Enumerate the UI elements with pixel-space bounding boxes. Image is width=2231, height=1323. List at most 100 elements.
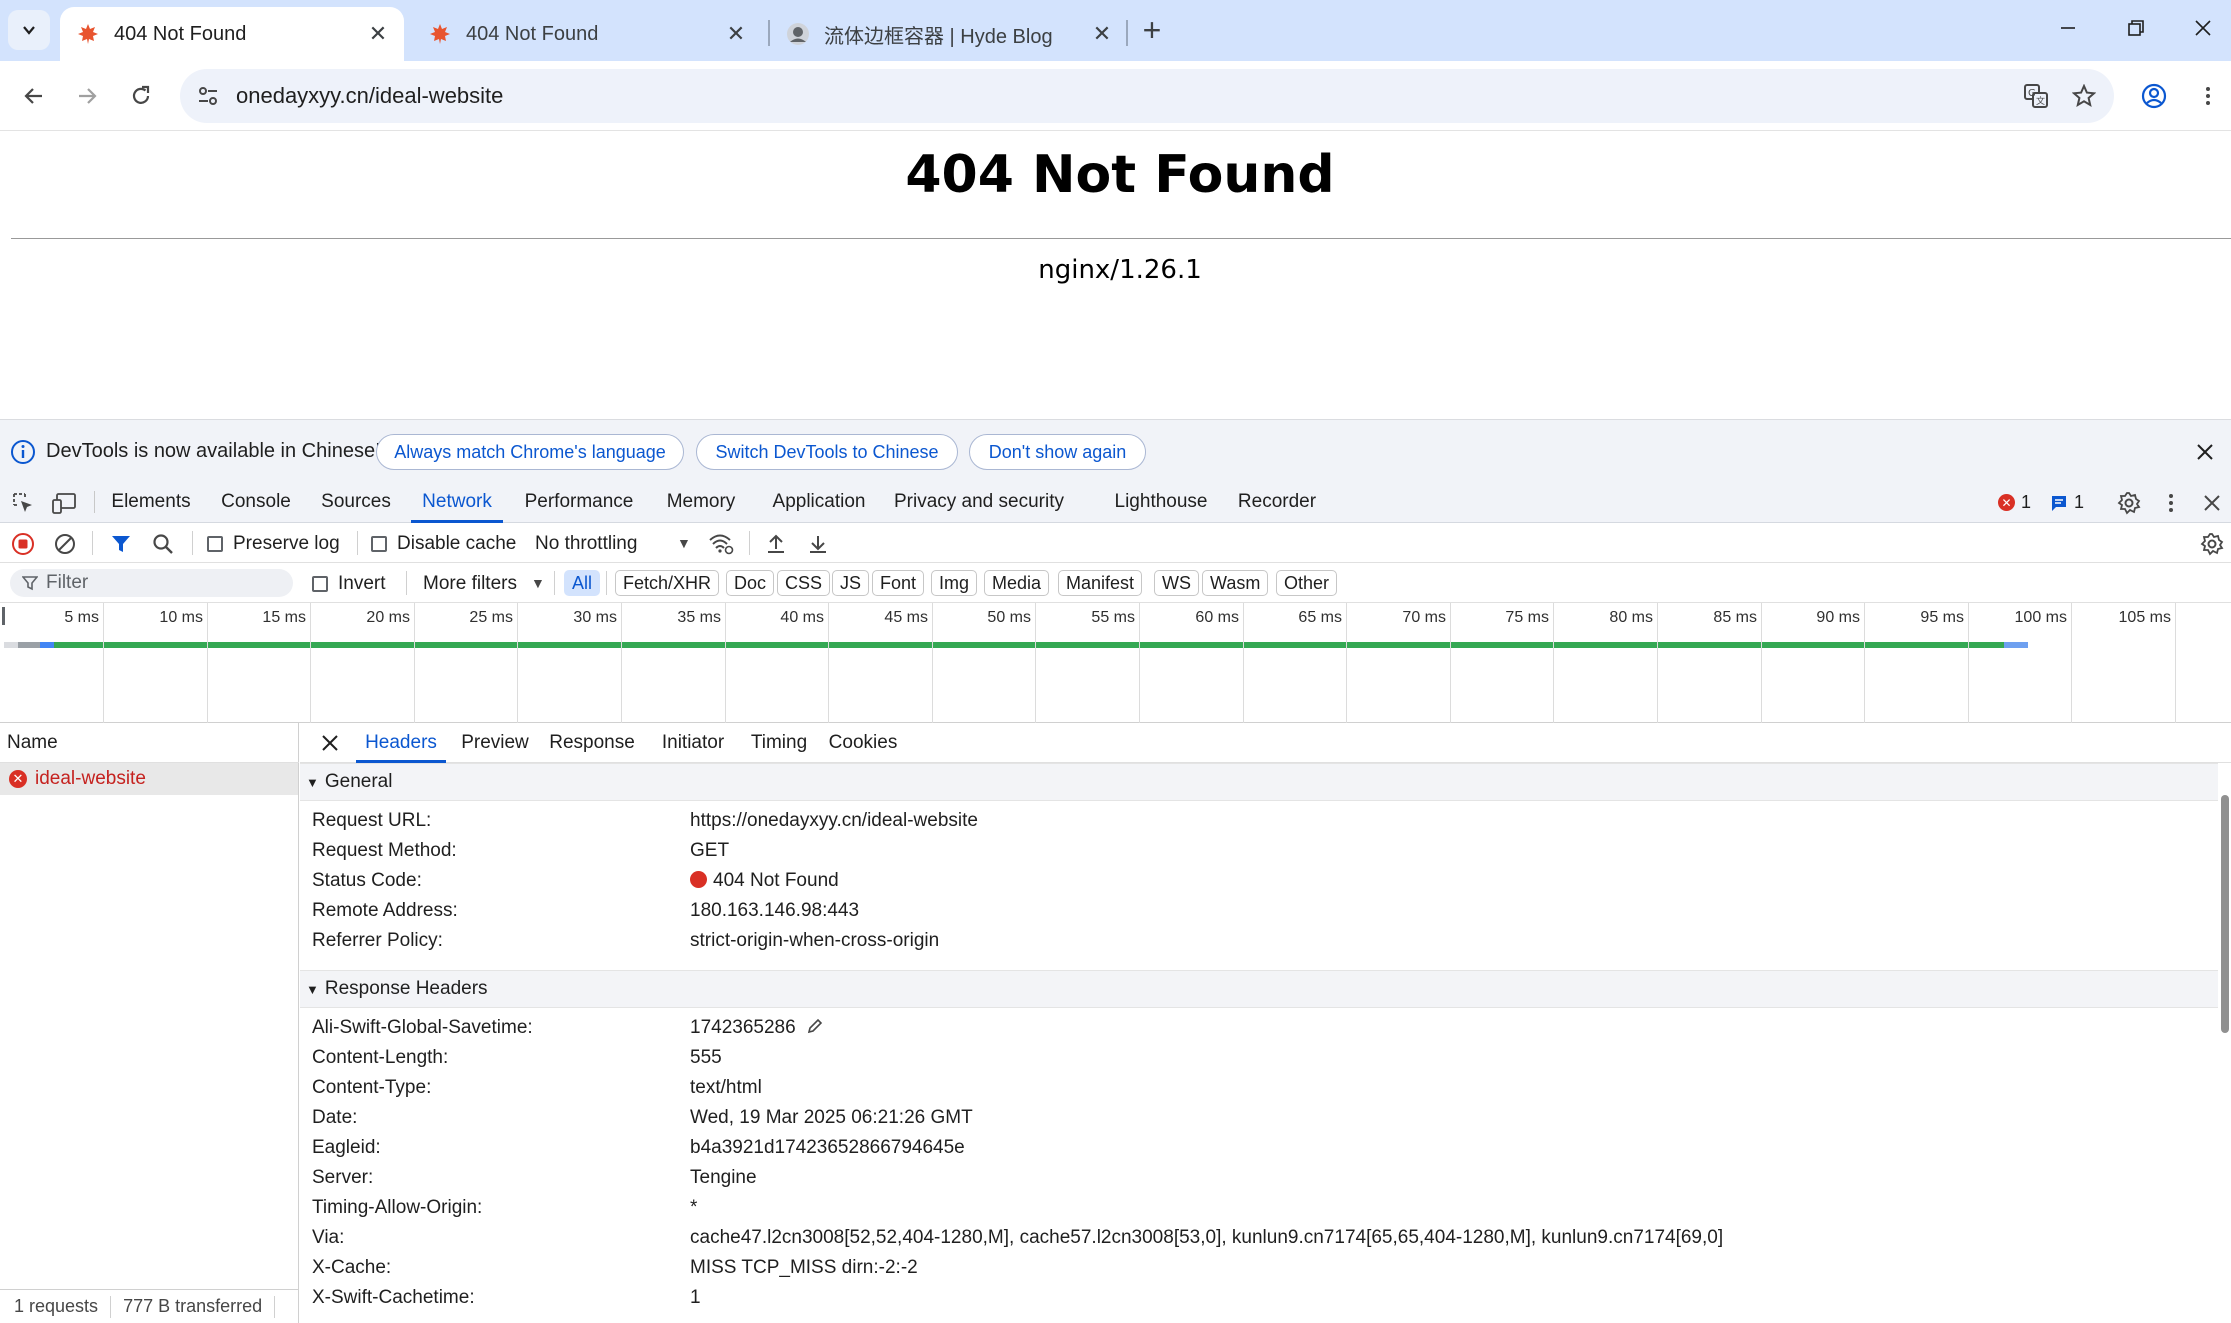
request-row-ideal-website[interactable]: ✕ ideal-website [0, 763, 298, 795]
tab-lighthouse[interactable]: Lighthouse [1103, 481, 1219, 523]
filter-funnel-icon[interactable] [108, 531, 134, 557]
filter-other[interactable]: Other [1276, 570, 1338, 596]
filter-css[interactable]: CSS [777, 570, 831, 596]
timeline-start-handle[interactable] [2, 607, 5, 625]
filter-wasm[interactable]: Wasm [1202, 570, 1269, 596]
response-headers-section-header[interactable]: ▼ Response Headers [300, 970, 2218, 1008]
customize-devtools-icon[interactable] [2158, 490, 2184, 516]
close-tab-icon[interactable]: ✕ [1088, 20, 1116, 48]
name-column-header[interactable]: Name [0, 723, 299, 763]
translate-icon[interactable]: G文 [2020, 80, 2052, 112]
header-value[interactable]: 180.163.146.98:443 [690, 896, 859, 926]
status-code-value[interactable]: 404 Not Found [690, 866, 839, 896]
reload-button[interactable] [121, 76, 161, 116]
tab-console[interactable]: Console [211, 481, 301, 523]
close-infobar-button[interactable] [2191, 438, 2219, 466]
network-conditions-icon[interactable] [708, 531, 734, 557]
header-value[interactable]: text/html [690, 1073, 762, 1103]
switch-to-chinese-button[interactable]: Switch DevTools to Chinese [696, 434, 958, 470]
bookmark-star-icon[interactable] [2068, 80, 2100, 112]
general-section-header[interactable]: ▼ General [300, 763, 2218, 801]
device-toolbar-icon[interactable] [52, 490, 78, 516]
tab-memory[interactable]: Memory [655, 481, 747, 523]
tab-recorder[interactable]: Recorder [1231, 481, 1323, 523]
filter-media[interactable]: Media [984, 570, 1050, 596]
restore-button[interactable] [2108, 10, 2164, 46]
profile-button[interactable] [2134, 76, 2174, 116]
tab-404[interactable]: 404 Not Found ✕ [412, 7, 762, 61]
export-har-icon[interactable] [805, 531, 831, 557]
filter-manifest[interactable]: Manifest [1058, 570, 1143, 596]
header-value[interactable]: Tengine [690, 1163, 757, 1193]
header-value[interactable]: 1 [690, 1283, 701, 1313]
filter-ws[interactable]: WS [1154, 570, 1199, 596]
close-detail-icon[interactable] [318, 731, 342, 755]
tab-hyde-blog[interactable]: 流体边框容器 | Hyde Blog ✕ [770, 7, 1128, 61]
header-value[interactable]: b4a3921d17423652866794645e [690, 1133, 965, 1163]
disable-cache-checkbox[interactable]: Disable cache [371, 533, 516, 555]
filter-js[interactable]: JS [832, 570, 870, 596]
tab-sources[interactable]: Sources [313, 481, 399, 523]
address-bar[interactable]: onedayxyy.cn/ideal-website G文 [180, 69, 2114, 123]
invert-checkbox[interactable]: Invert [312, 573, 386, 595]
preserve-log-checkbox[interactable]: Preserve log [207, 533, 340, 555]
header-key: Content-Type: [312, 1077, 432, 1098]
header-value[interactable]: GET [690, 836, 729, 866]
filter-img[interactable]: Img [931, 570, 978, 596]
pencil-edit-icon[interactable] [806, 1017, 824, 1035]
scrollbar-thumb[interactable] [2221, 795, 2229, 1033]
tab-cookies[interactable]: Cookies [824, 723, 902, 763]
tab-headers[interactable]: Headers [356, 723, 446, 763]
filter-fetch-xhr[interactable]: Fetch/XHR [615, 570, 720, 596]
search-icon[interactable] [150, 531, 176, 557]
site-info-icon[interactable] [192, 80, 224, 112]
tab-response[interactable]: Response [544, 723, 640, 763]
tab-network[interactable]: Network [411, 481, 503, 523]
minimize-button[interactable] [2040, 10, 2096, 46]
tab-performance[interactable]: Performance [515, 481, 643, 523]
stop-recording-icon[interactable] [10, 531, 36, 557]
header-value[interactable]: MISS TCP_MISS dirn:-2:-2 [690, 1253, 918, 1283]
savetime-value[interactable]: 1742365286 [690, 1013, 824, 1043]
tab-elements[interactable]: Elements [103, 481, 199, 523]
throttling-select[interactable]: No throttling ▼ [535, 533, 691, 555]
network-overview-timeline[interactable]: 5 ms 10 ms 15 ms 20 ms 25 ms 30 ms 35 ms 40 ms 4… [0, 603, 2231, 723]
header-key: Server: [312, 1167, 374, 1188]
forward-button[interactable] [67, 76, 107, 116]
header-value[interactable]: * [690, 1193, 697, 1223]
inspect-element-icon[interactable] [10, 490, 36, 516]
header-value[interactable]: 555 [690, 1043, 722, 1073]
tab-timing[interactable]: Timing [746, 723, 812, 763]
always-match-language-button[interactable]: Always match Chrome's language [376, 434, 684, 470]
close-window-button[interactable] [2175, 10, 2231, 46]
tab-privacy-security[interactable]: Privacy and security [891, 481, 1067, 523]
back-button[interactable] [14, 76, 54, 116]
new-tab-button[interactable]: + [1134, 12, 1170, 48]
url-text[interactable]: onedayxyy.cn/ideal-website [236, 83, 503, 109]
close-tab-icon[interactable]: ✕ [722, 20, 750, 48]
tab-application[interactable]: Application [759, 481, 879, 523]
clear-log-icon[interactable] [52, 531, 78, 557]
error-count-badge[interactable]: ✕ 1 [1998, 492, 2031, 513]
header-value[interactable]: https://onedayxyy.cn/ideal-website [690, 806, 978, 836]
tab-404-active[interactable]: 404 Not Found ✕ [60, 7, 404, 61]
header-value[interactable]: cache47.l2cn3008[52,52,404-1280,M], cach… [690, 1223, 1723, 1253]
tab-search-button[interactable] [8, 10, 50, 50]
settings-gear-icon[interactable] [2116, 490, 2142, 516]
message-count-badge[interactable]: 1 [2050, 492, 2084, 513]
chrome-menu-button[interactable] [2188, 76, 2228, 116]
filter-doc[interactable]: Doc [726, 570, 775, 596]
close-tab-icon[interactable]: ✕ [364, 20, 392, 48]
more-filters-select[interactable]: More filters ▼ [423, 573, 545, 595]
filter-all[interactable]: All [564, 570, 601, 596]
import-har-icon[interactable] [763, 531, 789, 557]
tab-initiator[interactable]: Initiator [652, 723, 734, 763]
header-value[interactable]: strict-origin-when-cross-origin [690, 926, 939, 956]
tab-preview[interactable]: Preview [458, 723, 532, 763]
network-settings-gear-icon[interactable] [2199, 531, 2225, 557]
close-devtools-icon[interactable] [2199, 490, 2225, 516]
filter-input[interactable]: Filter [10, 569, 293, 597]
header-value[interactable]: Wed, 19 Mar 2025 06:21:26 GMT [690, 1103, 973, 1133]
dont-show-again-button[interactable]: Don't show again [969, 434, 1146, 470]
filter-font[interactable]: Font [872, 570, 925, 596]
